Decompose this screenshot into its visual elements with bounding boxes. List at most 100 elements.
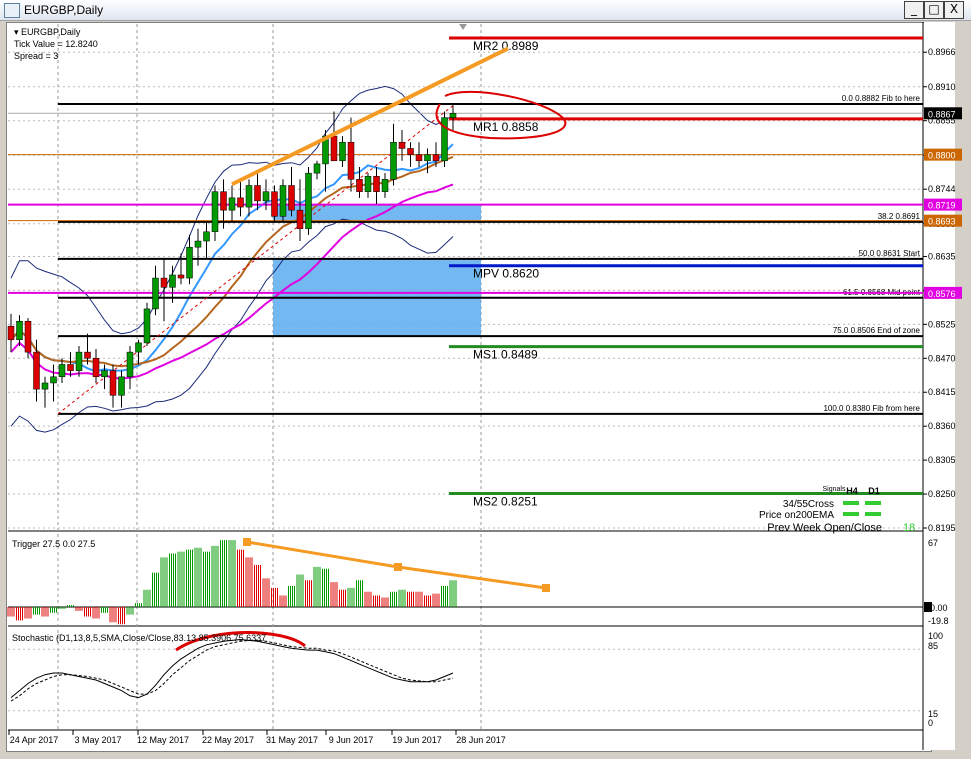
spread-label: Spread = 3 [14, 51, 58, 61]
signal-row-label: 34/55Cross [783, 499, 834, 510]
candle-body [381, 179, 389, 192]
trigger-label: Trigger 27.5 0.0 27.5 [12, 539, 95, 549]
price-tick-label: 0.8415 [928, 387, 956, 397]
candle-body [92, 358, 100, 378]
time-tick-label: 3 May 2017 [74, 735, 121, 745]
candle-body [75, 351, 83, 371]
signals-col-h4: H4 [846, 486, 858, 496]
time-tick-label: 9 Jun 2017 [329, 735, 374, 745]
price-tag-label: 0.8719 [928, 201, 956, 211]
trigger-tick-label: 0.00 [930, 603, 948, 613]
candle-body [186, 246, 193, 279]
stoch-tick-label: 100 [928, 631, 943, 641]
price-tag-label: 0.8576 [928, 289, 956, 299]
fib-level-label: 75.0 0.8506 End of zone [833, 326, 921, 335]
candle-body [194, 240, 202, 248]
price-tick-label: 0.8966 [928, 47, 956, 57]
trigger-tick-label: 67 [928, 538, 938, 548]
candle-body [109, 370, 117, 396]
candle-body [390, 142, 397, 180]
time-tick-label: 19 Jun 2017 [392, 735, 442, 745]
candle-body [262, 191, 270, 202]
pivot-label-ms2: MS2 0.8251 [473, 494, 538, 508]
candle-body [220, 191, 227, 211]
signal-bull-marker [843, 512, 859, 516]
trigger-divergence-point [542, 584, 550, 592]
candle-body [313, 163, 321, 174]
pivot-label-mr1: MR1 0.8858 [473, 120, 539, 134]
candle-body [279, 185, 287, 217]
signal-row-label: Prev Week Open/Close [767, 522, 882, 534]
fib-level-label: 0.0 0.8882 Fib to here [842, 94, 921, 103]
candle-body [339, 142, 346, 162]
signal-row-label: Price on200EMA [759, 510, 834, 521]
candle-body [356, 179, 363, 192]
time-tick-label: 22 May 2017 [202, 735, 254, 745]
candle-body [203, 231, 210, 242]
fib-zone-upper [273, 204, 481, 221]
price-tick-label: 0.8360 [928, 421, 956, 431]
candle-body [16, 321, 23, 341]
candle-body [58, 364, 66, 378]
candle-body [330, 135, 338, 162]
candle-body [364, 175, 372, 192]
candle-body [373, 175, 380, 192]
price-tick-label: 0.8195 [928, 523, 956, 533]
candle-body [7, 325, 15, 341]
pivot-label-mpv: MPV 0.8620 [473, 267, 539, 281]
candle-body [101, 370, 108, 378]
candle-body [288, 185, 295, 211]
stoch-label: Stochastic (D1,13,8,5,SMA,Close/Close,83… [12, 633, 266, 643]
chart-shift-marker [459, 24, 467, 30]
candle-body [305, 172, 312, 229]
candle-body [84, 351, 91, 359]
candle-body [441, 117, 448, 162]
candle-body [424, 154, 431, 162]
price-tag-label: 0.8693 [928, 217, 956, 227]
stoch-tick-label: 85 [928, 641, 938, 651]
price-tick-label: 0.8305 [928, 455, 956, 465]
candle-body [126, 351, 134, 378]
signals-title: Signals [823, 486, 846, 493]
fib-level-label: 38.2 0.8691 [878, 212, 921, 221]
signal-bull-marker [843, 501, 859, 505]
price-tick-label: 0.8470 [928, 353, 956, 363]
signals-col-d1: D1 [868, 486, 880, 496]
chart-svg[interactable]: 0.0 0.8882 Fib to here 38.2 0.8691 50.0 0.… [0, 0, 971, 759]
candle-body [118, 376, 125, 396]
time-tick-label: 12 May 2017 [137, 735, 189, 745]
candle-body [169, 274, 176, 288]
candle-body [33, 351, 40, 390]
price-tick-label: 0.8250 [928, 489, 956, 499]
price-tag-label: 0.8867 [928, 109, 956, 119]
candle-body [177, 274, 185, 279]
time-tick-label: 28 Jun 2017 [456, 735, 506, 745]
candle-body [237, 197, 244, 208]
price-tick-label: 0.8635 [928, 251, 956, 261]
time-tick-label: 24 Apr 2017 [10, 735, 59, 745]
ma-fast-line [10, 143, 454, 373]
candle-body [407, 148, 414, 155]
stoch-main-line [10, 638, 454, 699]
candle-body [415, 154, 423, 162]
pivot-label-ms1: MS1 0.8489 [473, 348, 538, 362]
candle-body [211, 191, 219, 233]
time-tick-label: 31 May 2017 [266, 735, 318, 745]
candle-body [160, 277, 168, 288]
candle-body [254, 185, 261, 202]
signal-bull-marker [865, 512, 881, 516]
candle-body [398, 142, 406, 149]
candle-body [449, 113, 457, 118]
fib-level-label: 50.0 0.8631 Start [859, 249, 921, 258]
fib-level-label: 100.0 0.8380 Fib from here [823, 404, 920, 413]
signal-row-value: 18 [903, 522, 915, 534]
chart-symbol-label: ▾ EURGBP,Daily [14, 27, 81, 37]
price-tag-label: 0.8800 [928, 151, 956, 161]
candle-body [67, 364, 74, 371]
candle-body [228, 197, 236, 211]
candle-body [135, 342, 142, 353]
candle-body [432, 154, 440, 162]
signal-bull-marker [865, 501, 881, 505]
candle-body [296, 209, 304, 229]
price-tick-label: 0.8525 [928, 319, 956, 329]
